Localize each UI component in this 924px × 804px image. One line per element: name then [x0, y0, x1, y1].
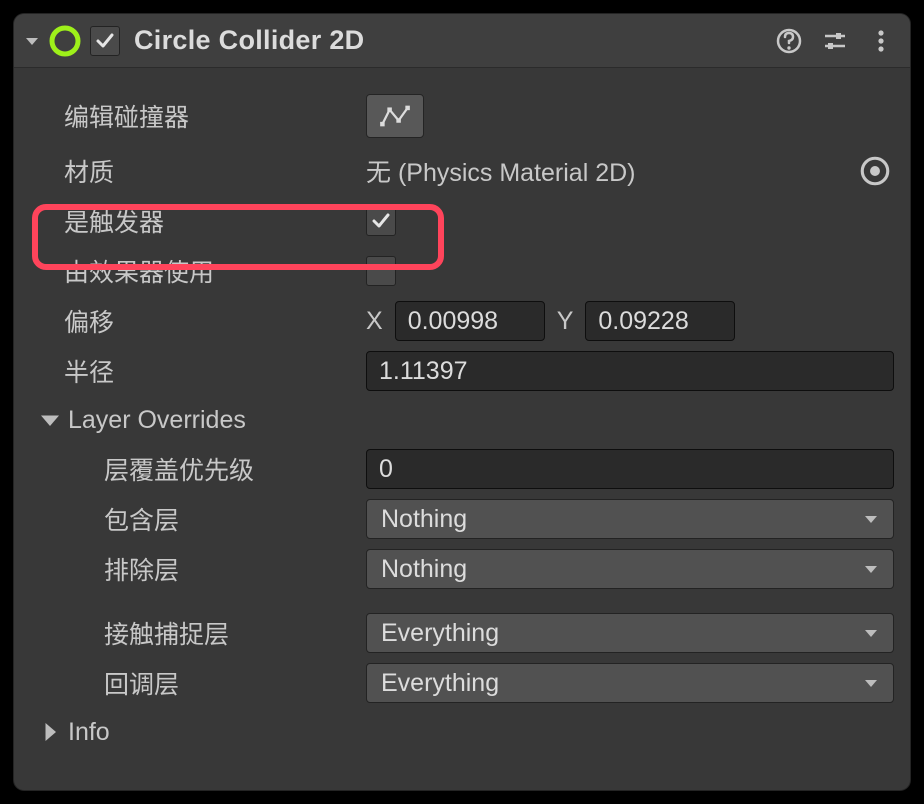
callback-layers-label: 回调层: [30, 665, 366, 701]
info-foldout[interactable]: Info: [30, 708, 894, 756]
check-icon: [371, 211, 391, 231]
material-value: 无 (Physics Material 2D): [366, 153, 846, 189]
radius-input[interactable]: 1.11397: [366, 351, 894, 391]
component-header: Circle Collider 2D: [14, 14, 910, 68]
exclude-layers-row: 排除层 Nothing: [30, 544, 894, 594]
material-row: 材质 无 (Physics Material 2D): [30, 146, 894, 196]
component-title: Circle Collider 2D: [134, 25, 776, 56]
include-layers-dropdown[interactable]: Nothing: [366, 499, 894, 539]
exclude-layers-value: Nothing: [381, 555, 467, 584]
radius-value: 1.11397: [379, 357, 468, 386]
layer-overrides-foldout[interactable]: Layer Overrides: [30, 396, 894, 444]
is-trigger-checkbox[interactable]: [366, 206, 396, 236]
component-foldout-toggle[interactable]: [20, 29, 44, 53]
callback-layers-row: 回调层 Everything: [30, 658, 894, 708]
include-layers-value: Nothing: [381, 505, 467, 534]
layer-priority-label: 层覆盖优先级: [30, 451, 366, 487]
chevron-right-icon: [38, 720, 62, 744]
info-title: Info: [68, 718, 110, 747]
layer-priority-value: 0: [379, 455, 393, 484]
used-by-effector-checkbox[interactable]: [366, 256, 396, 286]
inspector-component-panel: Circle Collider 2D 编辑碰撞器: [14, 14, 910, 790]
offset-row: 偏移 X 0.00998 Y 0.09228: [30, 296, 894, 346]
used-by-effector-row: 由效果器使用: [30, 246, 894, 296]
offset-x-input[interactable]: 0.00998: [395, 301, 545, 341]
exclude-layers-dropdown[interactable]: Nothing: [366, 549, 894, 589]
offset-label: 偏移: [30, 303, 366, 339]
edit-collider-icon: [377, 102, 413, 130]
is-trigger-label: 是触发器: [30, 203, 366, 239]
edit-collider-row: 编辑碰撞器: [30, 86, 894, 146]
offset-x-value: 0.00998: [408, 307, 498, 336]
component-enabled-checkbox[interactable]: [90, 26, 120, 56]
include-layers-label: 包含层: [30, 501, 366, 537]
material-label: 材质: [30, 153, 366, 189]
presets-button[interactable]: [822, 28, 848, 54]
kebab-icon: [868, 28, 894, 54]
include-layers-row: 包含层 Nothing: [30, 494, 894, 544]
exclude-layers-label: 排除层: [30, 551, 366, 587]
used-by-effector-label: 由效果器使用: [30, 253, 366, 289]
radius-label: 半径: [30, 353, 366, 389]
help-icon: [776, 28, 802, 54]
offset-x-label: X: [366, 307, 383, 336]
target-icon: [858, 154, 892, 188]
chevron-down-icon: [38, 408, 62, 432]
contact-capture-layers-row: 接触捕捉层 Everything: [30, 608, 894, 658]
material-object-picker[interactable]: [858, 154, 892, 188]
contact-capture-layers-value: Everything: [381, 619, 499, 648]
offset-y-label: Y: [557, 307, 574, 336]
context-menu-button[interactable]: [868, 28, 894, 54]
layer-overrides-title: Layer Overrides: [68, 406, 246, 435]
chevron-down-icon: [863, 669, 879, 698]
contact-capture-layers-dropdown[interactable]: Everything: [366, 613, 894, 653]
component-body: 编辑碰撞器 材质 无 (Physics Material 2D): [14, 68, 910, 766]
chevron-down-icon: [863, 505, 879, 534]
chevron-down-icon: [24, 33, 40, 49]
radius-row: 半径 1.11397: [30, 346, 894, 396]
contact-capture-layers-label: 接触捕捉层: [30, 615, 366, 651]
material-field[interactable]: 无 (Physics Material 2D): [366, 153, 894, 189]
edit-collider-button[interactable]: [366, 94, 424, 138]
callback-layers-value: Everything: [381, 669, 499, 698]
component-header-actions: [776, 28, 900, 54]
callback-layers-dropdown[interactable]: Everything: [366, 663, 894, 703]
help-button[interactable]: [776, 28, 802, 54]
offset-y-input[interactable]: 0.09228: [585, 301, 735, 341]
circle-collider-2d-icon: [48, 24, 82, 58]
edit-collider-label: 编辑碰撞器: [30, 98, 366, 134]
sliders-icon: [822, 28, 848, 54]
check-icon: [95, 31, 115, 51]
layer-priority-row: 层覆盖优先级 0: [30, 444, 894, 494]
is-trigger-row: 是触发器: [30, 196, 894, 246]
chevron-down-icon: [863, 555, 879, 584]
chevron-down-icon: [863, 619, 879, 648]
offset-y-value: 0.09228: [598, 307, 688, 336]
layer-priority-input[interactable]: 0: [366, 449, 894, 489]
